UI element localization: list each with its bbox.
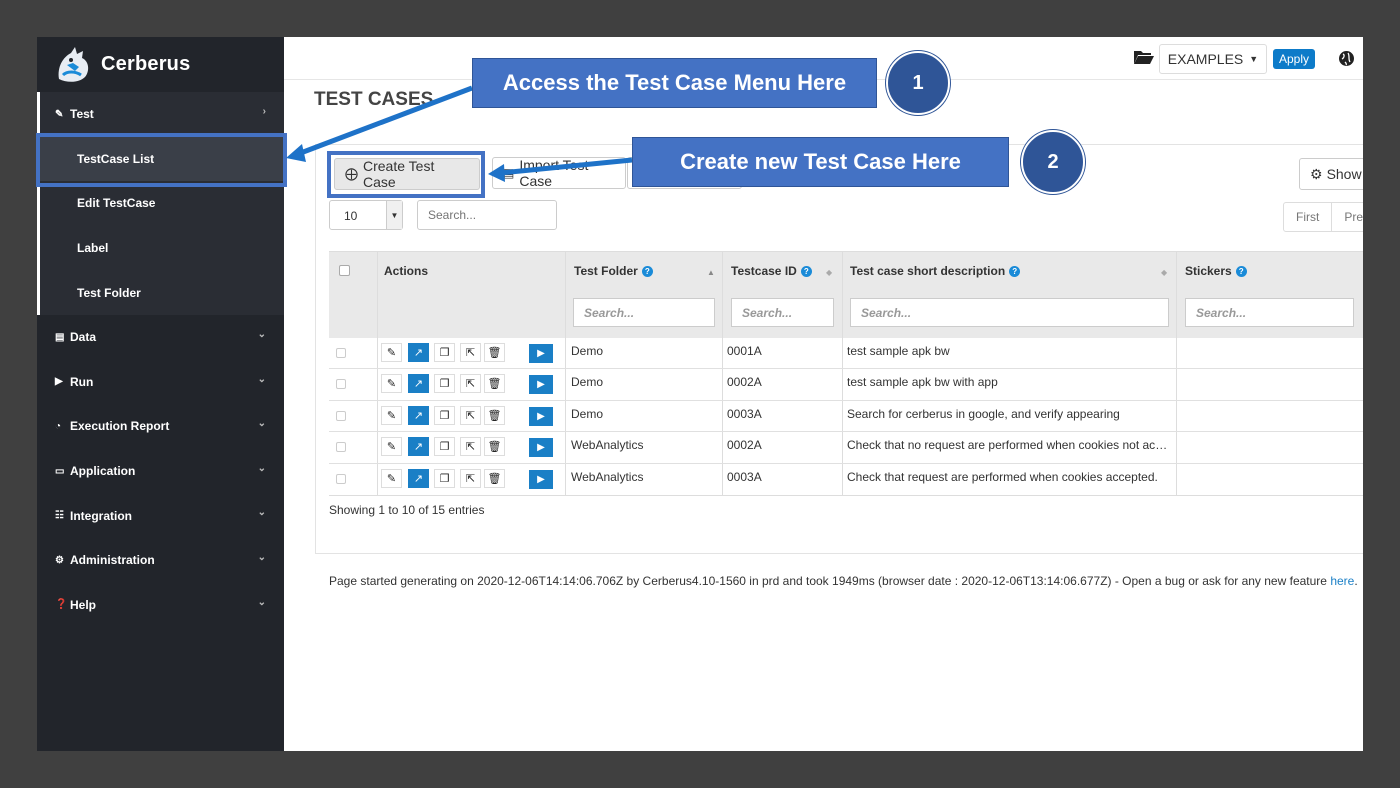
callout-access-menu: Access the Test Case Menu Here (472, 58, 877, 108)
arrowhead-create (488, 164, 505, 182)
arrow-to-menu (297, 85, 473, 157)
annotation-arrows (286, 85, 633, 182)
arrowhead-menu (286, 144, 306, 162)
arrow-to-create (499, 157, 633, 176)
callout-badge-1: 1 (886, 51, 950, 115)
callout-badge-2: 2 (1021, 130, 1085, 194)
callout-create-test-case: Create new Test Case Here (632, 137, 1009, 187)
